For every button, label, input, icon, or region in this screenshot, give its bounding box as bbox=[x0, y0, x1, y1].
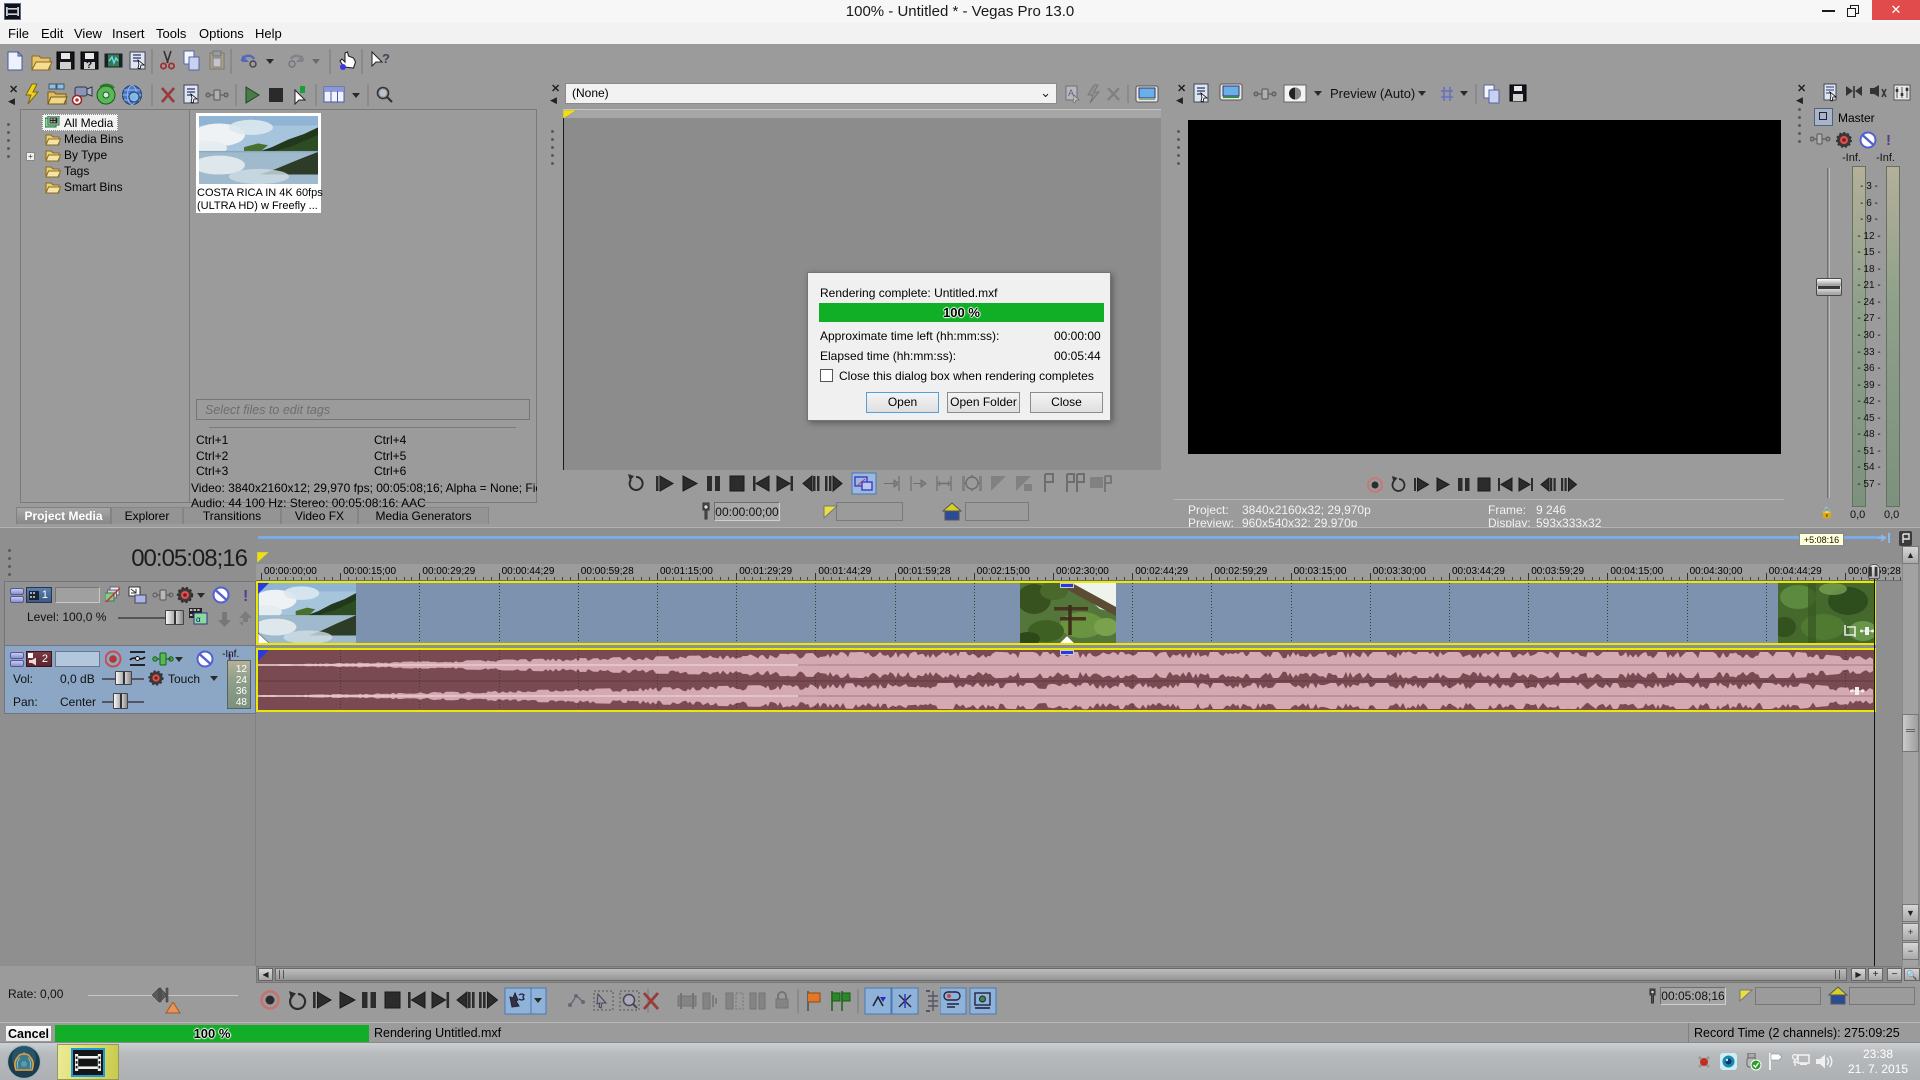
svg-text:?: ? bbox=[86, 60, 92, 71]
svg-text:!: ! bbox=[1886, 132, 1891, 149]
svg-text:!: ! bbox=[243, 588, 248, 605]
svg-text:?: ? bbox=[382, 51, 390, 66]
svg-text:α: α bbox=[196, 615, 201, 624]
svg-text:Preview (Auto): Preview (Auto) bbox=[1330, 86, 1415, 101]
svg-text:A: A bbox=[1068, 88, 1074, 98]
